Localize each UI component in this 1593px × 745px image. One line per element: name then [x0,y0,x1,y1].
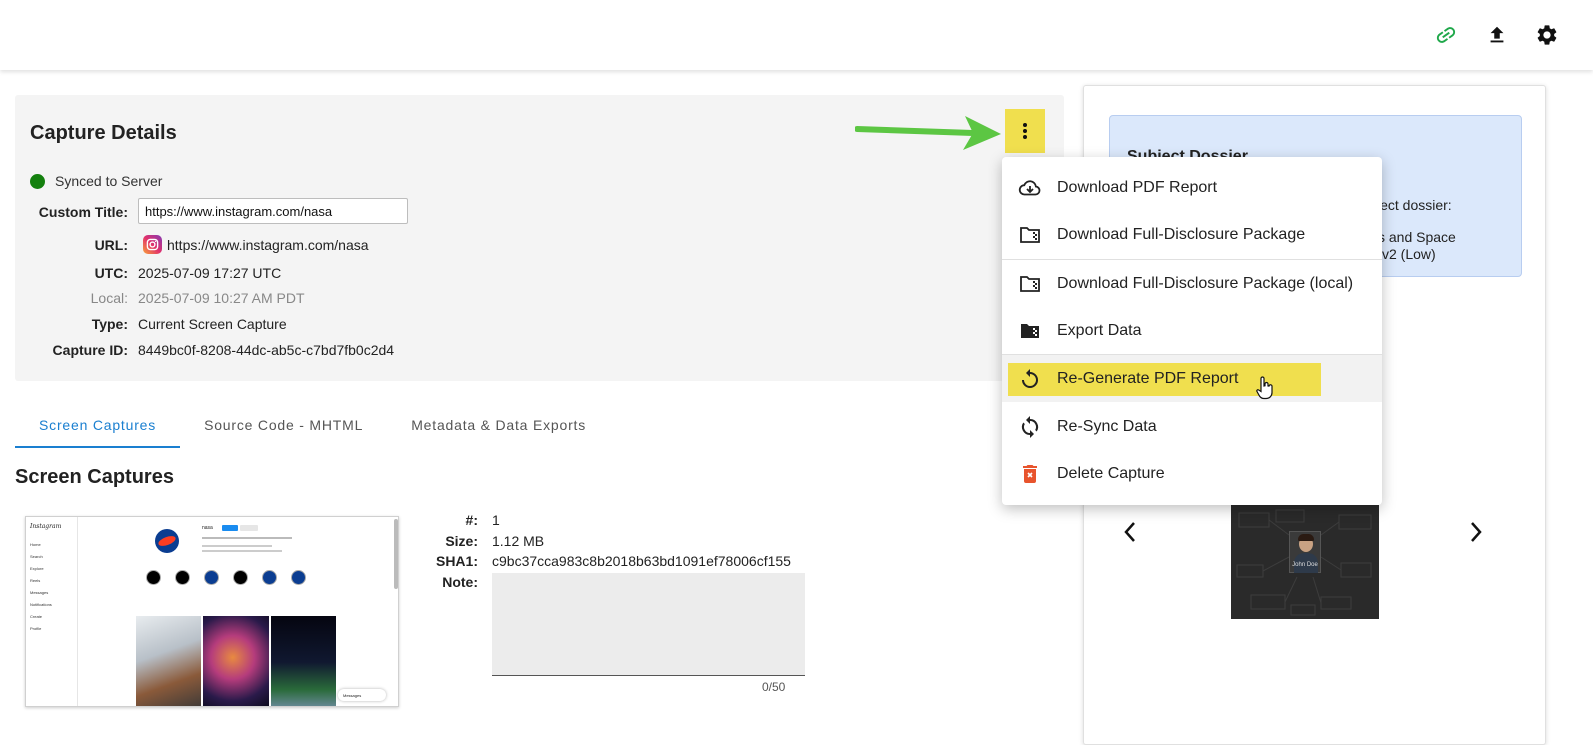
instagram-icon [143,235,162,254]
note-counter: 0/50 [762,680,786,694]
thumb-nav-item: Profile [30,626,42,631]
thumb-sidebar: Instagram Home Search Explore Reels Mess… [26,517,78,706]
sync-status: Synced to Server [30,173,162,189]
menu-item-label: Re-Generate PDF Report [1057,369,1239,387]
tab-bar: Screen Captures Source Code - MHTML Meta… [15,405,610,448]
menu-item-label: Download PDF Report [1057,178,1218,196]
top-bar [0,0,1593,70]
thumb-highlights [146,570,306,585]
url-label: URL: [94,237,128,253]
capture-id-value: 8449bc0f-8208-44dc-ab5c-c7bd7fb0c2d4 [138,342,395,358]
screen-capture-thumbnail[interactable]: Instagram Home Search Explore Reels Mess… [25,516,399,707]
custom-title-label: Custom Title: [38,204,128,220]
menu-item-download-package[interactable]: Download Full-Disclosure Package [1002,211,1382,258]
local-label: Local: [90,290,128,306]
thumb-nav-item: Explore [30,566,44,571]
thumb-profile-name: nasa [202,525,213,531]
note-textarea[interactable] [492,573,805,676]
dossier-text-3: v2 (Low) [1382,246,1436,262]
folder-zip-icon [1018,223,1042,247]
menu-item-regenerate-pdf[interactable]: Re-Generate PDF Report [1002,355,1382,402]
thumb-nav-item: Notifications [30,602,52,607]
hand-cursor-icon [1256,376,1273,400]
thumb-nav-item: Home [30,542,41,547]
sha1-label: SHA1: [435,553,478,569]
nasa-logo [155,529,179,553]
next-button[interactable] [1465,519,1487,545]
menu-item-download-pdf[interactable]: Download PDF Report [1002,164,1382,211]
dossier-text-1: ject dossier: [1377,197,1452,213]
folder-zip-filled-icon [1018,319,1042,343]
thumb-brand: Instagram [30,523,62,530]
tab-source-code[interactable]: Source Code - MHTML [180,405,387,448]
sha1-value: c9bc37cca983c8b2018b63bd1091ef78006cf155 [492,553,791,569]
url-value[interactable]: https://www.instagram.com/nasa [167,237,369,253]
menu-item-label: Delete Capture [1057,464,1165,482]
gear-icon[interactable] [1534,22,1560,48]
menu-item-label: Download Full-Disclosure Package [1057,225,1306,243]
sync-status-text: Synced to Server [55,173,163,189]
menu-item-download-package-local[interactable]: Download Full-Disclosure Package (local) [1002,260,1382,307]
refresh-icon [1018,367,1042,391]
sync-icon [1018,415,1042,439]
trash-icon [1018,462,1042,486]
utc-label: UTC: [94,265,128,281]
type-value: Current Screen Capture [138,316,287,332]
thumb-nav-item: Search [30,554,43,559]
type-label: Type: [91,316,128,332]
upload-icon[interactable] [1484,22,1510,48]
num-value: 1 [492,512,500,528]
folder-zip-icon [1018,272,1042,296]
preview-name: John Doe [1292,562,1318,568]
link-icon[interactable] [1433,22,1459,48]
chevron-left-icon [1124,522,1135,542]
utc-value: 2025-07-09 17:27 UTC [138,265,282,281]
thumb-nav-item: Reels [30,578,41,583]
custom-title-input[interactable] [138,198,408,224]
tab-metadata[interactable]: Metadata & Data Exports [387,405,610,448]
dossier-text-2: s and Space [1378,229,1456,245]
local-value: 2025-07-09 10:27 AM PDT [138,290,305,306]
capture-options-menu: Download PDF Report Download Full-Disclo… [1002,157,1382,505]
thumb-nav-item: Messages [30,590,49,595]
screen-captures-title: Screen Captures [15,466,174,488]
dossier-preview-image[interactable]: John Doe [1231,505,1379,619]
menu-item-label: Export Data [1057,321,1142,339]
size-label: Size: [445,533,478,549]
thumb-photo-grid [136,616,336,706]
thumb-nav-item: Create [30,614,43,619]
more-options-button[interactable] [1005,109,1045,153]
capture-details-title: Capture Details [30,122,177,144]
capture-details-card: Capture Details Synced to Server Custom … [15,95,1064,381]
chevron-right-icon [1471,522,1482,542]
menu-item-label: Re-Sync Data [1057,417,1157,435]
tab-screen-captures[interactable]: Screen Captures [15,405,181,448]
status-dot [30,173,45,189]
cloud-download-icon [1018,176,1042,200]
capture-id-label: Capture ID: [52,342,128,358]
menu-item-export-data[interactable]: Export Data [1002,307,1382,354]
menu-item-delete-capture[interactable]: Delete Capture [1002,450,1382,497]
menu-item-resync[interactable]: Re-Sync Data [1002,403,1382,450]
size-value: 1.12 MB [492,533,545,549]
menu-item-label: Download Full-Disclosure Package (local) [1057,274,1354,292]
thumb-messages: Messages [338,689,386,701]
green-arrow-icon [855,116,1001,150]
previous-button[interactable] [1119,519,1141,545]
note-label: Note: [442,574,478,590]
num-label: #: [465,512,478,528]
more-vert-icon [1023,123,1027,139]
